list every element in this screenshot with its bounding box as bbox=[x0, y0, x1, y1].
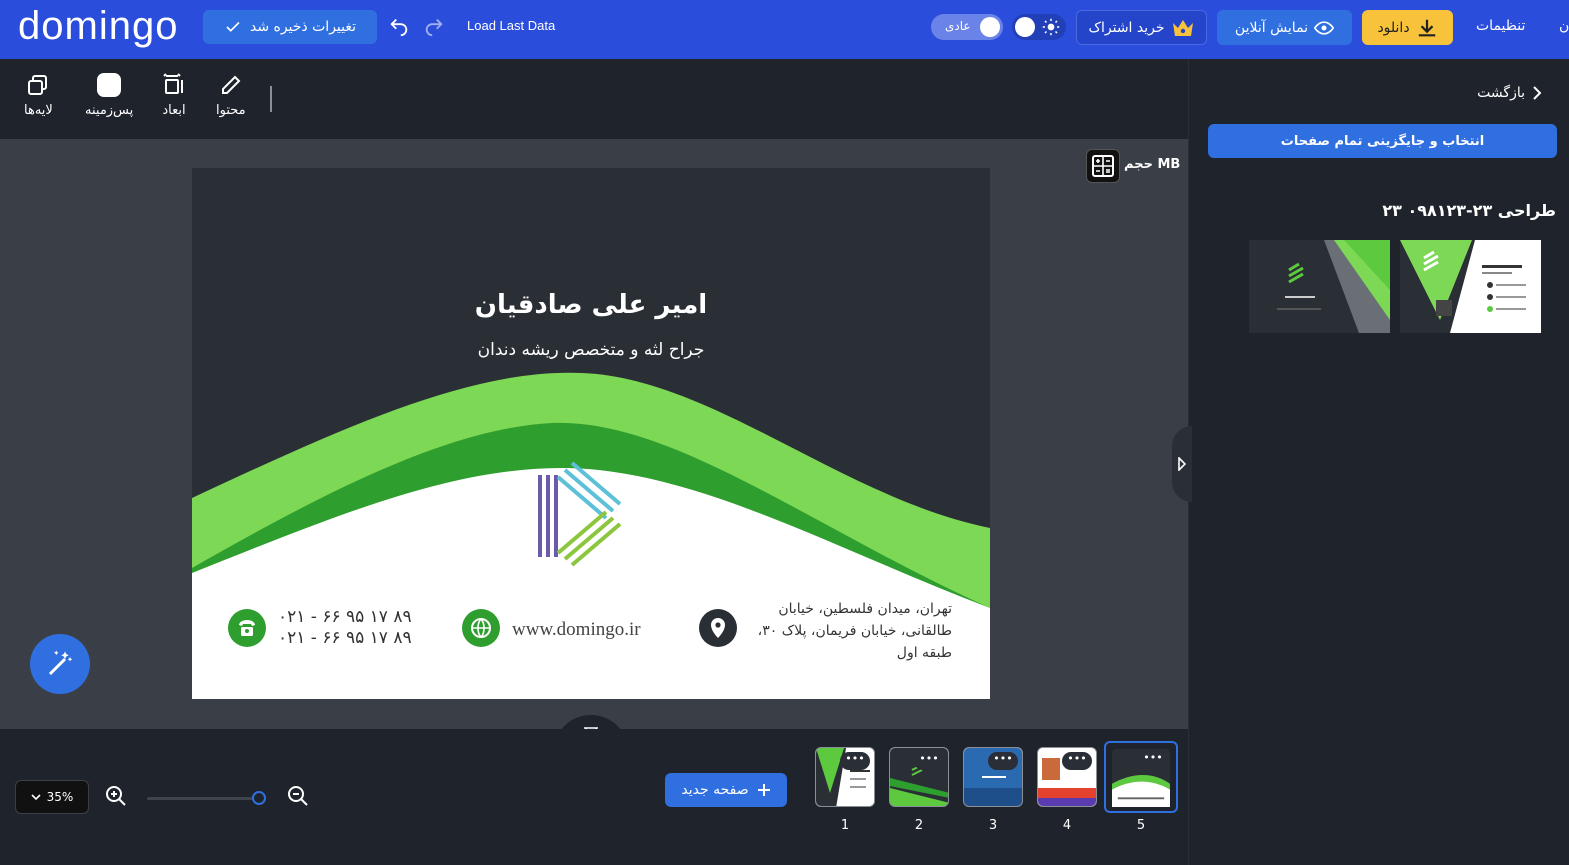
card-name[interactable]: امیر علی صادقیان bbox=[192, 290, 990, 320]
subscribe-button[interactable]: خرید اشتراک bbox=[1076, 10, 1207, 45]
dimensions-tool[interactable]: ابعاد bbox=[162, 73, 186, 118]
phone-icon bbox=[228, 609, 266, 647]
magic-wand-icon bbox=[48, 650, 73, 676]
card-website[interactable]: www.domingo.ir bbox=[512, 619, 641, 641]
logo[interactable]: domingo bbox=[18, 4, 178, 49]
page-thumb-5[interactable]: ••• bbox=[1104, 741, 1178, 813]
page-thumb-1[interactable]: ••• bbox=[815, 747, 875, 807]
theme-toggle[interactable] bbox=[1012, 14, 1066, 40]
eye-icon bbox=[1314, 20, 1335, 35]
zoom-in-button[interactable] bbox=[104, 784, 128, 812]
page-thumb-4[interactable]: ••• bbox=[1037, 747, 1097, 807]
page-menu-button[interactable]: ••• bbox=[988, 752, 1018, 770]
sun-icon bbox=[1042, 18, 1060, 36]
subscribe-label: خرید اشتراک bbox=[1088, 19, 1165, 36]
page-menu-button[interactable]: ••• bbox=[1062, 752, 1092, 770]
card-phone-1: ۰۲۱ - ۶۶ ۹۵ ۱۷ ۸۹ bbox=[278, 607, 412, 627]
zoom-slider[interactable] bbox=[147, 797, 259, 800]
replace-all-pages-button[interactable]: انتخاب و جایگزینی تمام صفحات bbox=[1208, 124, 1557, 158]
design-title: طراحی ۲۳-۰۹۸۱۲۳ ۲۳ bbox=[1382, 201, 1556, 220]
settings-menu[interactable]: تنظیمات bbox=[1476, 18, 1525, 34]
layers-tool[interactable]: لایه‌ها bbox=[24, 73, 53, 118]
calculator-button[interactable] bbox=[1086, 149, 1120, 183]
card-address[interactable]: تهران، میدان فلسطین، خیابان طالقانی، خیا… bbox=[752, 598, 952, 664]
panel-toggle-button[interactable] bbox=[1172, 426, 1192, 502]
mode-toggle-knob bbox=[980, 17, 1000, 37]
mode-toggle[interactable]: عادی bbox=[931, 14, 1003, 40]
pages-bar: 35% صفحه جدید ••• 1 ••• 2 ••• 3 ••• 4 ••… bbox=[0, 729, 1188, 865]
zoom-level: 35% bbox=[46, 790, 74, 804]
card-phones[interactable]: ۰۲۱ - ۶۶ ۹۵ ۱۷ ۸۹ ۰۲۱ - ۶۶ ۹۵ ۱۷ ۸۹ bbox=[278, 607, 412, 649]
page-menu-button[interactable]: ••• bbox=[914, 752, 944, 770]
plus-icon bbox=[757, 784, 770, 796]
card-address-line: تهران، میدان فلسطین، خیابان bbox=[778, 601, 952, 617]
templates-panel: بازگشت انتخاب و جایگزینی تمام صفحات طراح… bbox=[1188, 59, 1569, 865]
undo-icon bbox=[390, 18, 408, 37]
download-icon bbox=[1418, 19, 1435, 36]
crown-icon bbox=[1172, 19, 1193, 36]
editor-toolbar: لایه‌ها پس‌زمینه ابعاد محتوا bbox=[0, 59, 1188, 139]
top-bar: domingo تغییرات ذخیره شد Load Last Data … bbox=[0, 0, 1569, 59]
online-preview-label: نمایش آنلاین bbox=[1234, 19, 1309, 36]
background-swatch bbox=[97, 73, 122, 97]
new-page-button[interactable]: صفحه جدید bbox=[665, 773, 787, 807]
toolbar-divider bbox=[270, 86, 272, 112]
design-thumb-front[interactable] bbox=[1400, 240, 1541, 333]
redo-button[interactable] bbox=[422, 14, 446, 38]
background-tool[interactable]: پس‌زمینه bbox=[85, 73, 133, 118]
card-phone-2: ۰۲۱ - ۶۶ ۹۵ ۱۷ ۸۹ bbox=[278, 628, 412, 648]
zoom-out-icon bbox=[288, 786, 308, 806]
chevron-right-icon bbox=[1533, 86, 1542, 100]
calculator-icon bbox=[1092, 155, 1114, 177]
globe-icon bbox=[462, 609, 500, 647]
content-tool[interactable]: محتوا bbox=[216, 73, 246, 118]
layers-label: لایه‌ها bbox=[24, 103, 53, 118]
page-number: 2 bbox=[914, 818, 924, 833]
topbar-edge-label[interactable]: ن bbox=[1559, 18, 1569, 34]
page-number: 3 bbox=[988, 818, 998, 833]
edit-icon bbox=[221, 75, 241, 94]
magic-wand-button[interactable] bbox=[30, 634, 90, 694]
online-preview-button[interactable]: نمایش آنلاین bbox=[1217, 10, 1352, 45]
page-number: 4 bbox=[1062, 818, 1072, 833]
page-thumb-2[interactable]: ••• bbox=[889, 747, 949, 807]
check-icon bbox=[226, 21, 240, 32]
load-last-data-link[interactable]: Load Last Data bbox=[467, 18, 555, 33]
page-number: 5 bbox=[1136, 818, 1146, 833]
zoom-select[interactable]: 35% bbox=[15, 780, 89, 814]
card-title[interactable]: جراح لثه و متخصص ریشه دندان bbox=[192, 340, 990, 360]
mode-label: عادی bbox=[945, 19, 971, 33]
dimensions-label: ابعاد bbox=[162, 103, 186, 118]
page-thumb-3[interactable]: ••• bbox=[963, 747, 1023, 807]
business-card[interactable]: امیر علی صادقیان جراح لثه و متخصص ریشه د… bbox=[192, 168, 990, 699]
saved-status-label: تغییرات ذخیره شد bbox=[249, 19, 357, 35]
download-button[interactable]: دانلود bbox=[1362, 10, 1453, 45]
file-size-label: حجم MB bbox=[1124, 157, 1181, 172]
card-address-line: طبقه اول bbox=[896, 645, 952, 661]
page-number: 1 bbox=[840, 818, 850, 833]
chevron-down-icon bbox=[31, 794, 41, 801]
background-label: پس‌زمینه bbox=[85, 103, 134, 118]
back-label: بازگشت bbox=[1477, 85, 1525, 101]
caret-right-icon bbox=[1178, 457, 1187, 471]
canvas-area: حجم MB امیر علی صادقیان جراح لثه و متخصص… bbox=[0, 139, 1188, 755]
design-thumb-back[interactable] bbox=[1249, 240, 1390, 333]
location-icon bbox=[699, 609, 737, 647]
new-page-label: صفحه جدید bbox=[681, 782, 749, 798]
back-button[interactable]: بازگشت bbox=[1477, 85, 1543, 101]
zoom-slider-thumb[interactable] bbox=[252, 791, 266, 805]
zoom-out-button[interactable] bbox=[286, 784, 310, 812]
card-address-line: طالقانی، خیابان فریمان، پلاک ۳۰، bbox=[757, 623, 952, 639]
content-label: محتوا bbox=[216, 103, 246, 118]
download-label: دانلود bbox=[1377, 19, 1410, 36]
page-menu-button[interactable]: ••• bbox=[840, 752, 870, 770]
undo-button[interactable] bbox=[387, 14, 411, 38]
layers-icon bbox=[28, 75, 48, 95]
resize-icon bbox=[163, 73, 183, 94]
zoom-in-icon bbox=[106, 786, 126, 806]
theme-toggle-knob bbox=[1015, 17, 1035, 37]
saved-status-button[interactable]: تغییرات ذخیره شد bbox=[203, 10, 377, 44]
page-menu-button[interactable]: ••• bbox=[1138, 751, 1168, 769]
redo-icon bbox=[425, 18, 443, 37]
